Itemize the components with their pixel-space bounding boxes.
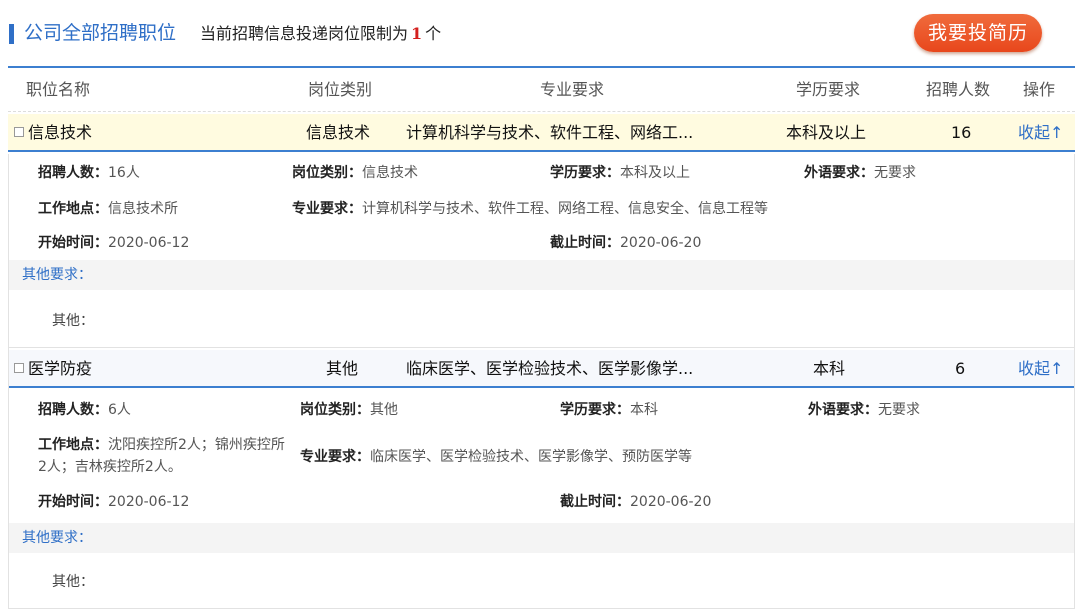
limit-suffix: 个 [425, 24, 442, 43]
detail-headcount: 招聘人数：6人 [38, 402, 131, 418]
limit-prefix: 当前招聘信息投递岗位限制为 [200, 24, 409, 43]
limit-count: 1 [411, 24, 423, 43]
select-checkbox[interactable] [14, 127, 24, 137]
job-education: 本科 [813, 359, 846, 378]
job-education: 本科及以上 [786, 123, 867, 142]
table-right-border [1074, 154, 1075, 609]
column-header-action: 操作 [1023, 80, 1056, 99]
job-detail-panel: 招聘人数：16人 岗位类别：信息技术 学历要求：本科及以上 外语要求：无要求 工… [8, 154, 1075, 260]
job-category: 其他 [326, 359, 359, 378]
detail-category: 岗位类别：其他 [300, 402, 398, 418]
select-checkbox[interactable] [14, 363, 24, 373]
other-requirements-body: 其他： [8, 290, 1075, 348]
title-accent-bar [9, 24, 14, 44]
submit-resume-button[interactable]: 我要投简历 [914, 14, 1042, 52]
detail-education: 学历要求：本科 [560, 402, 658, 418]
table-header: 职位名称 岗位类别 专业要求 学历要求 招聘人数 操作 [8, 66, 1075, 112]
collapse-link[interactable]: 收起↑ [1018, 358, 1063, 380]
detail-location: 工作地点：沈阳疾控所2人；锦州疾控所2人；吉林疾控所2人。 [38, 437, 285, 475]
page-title: 公司全部招聘职位 [24, 22, 177, 44]
detail-major: 专业要求：临床医学、医学检验技术、医学影像学、预防医学等 [300, 449, 692, 465]
job-detail-panel: 招聘人数：6人 岗位类别：其他 学历要求：本科 外语要求：无要求 工作地点：沈阳… [8, 390, 1075, 524]
column-header-headcount: 招聘人数 [926, 80, 991, 99]
collapse-link[interactable]: 收起↑ [1018, 122, 1063, 144]
application-limit-note: 当前招聘信息投递岗位限制为 1 个 [200, 22, 441, 46]
column-header-category: 岗位类别 [308, 80, 373, 99]
column-header-education: 学历要求 [796, 80, 861, 99]
other-requirements-header: 其他要求： [8, 523, 1075, 553]
job-headcount: 16 [951, 123, 972, 142]
table-row[interactable]: 医学防疫 其他 临床医学、医学检验技术、医学影像学... 本科 6 收起↑ [8, 350, 1075, 388]
job-name: 医学防疫 [28, 359, 93, 378]
detail-start-date: 开始时间：2020-06-12 [38, 494, 190, 510]
column-header-major: 专业要求 [540, 80, 605, 99]
detail-end-date: 截止时间：2020-06-20 [550, 235, 702, 251]
detail-location: 工作地点：信息技术所 [38, 201, 178, 217]
detail-category: 岗位类别：信息技术 [292, 165, 418, 181]
detail-headcount: 招聘人数：16人 [38, 165, 140, 181]
detail-start-date: 开始时间：2020-06-12 [38, 235, 190, 251]
other-requirements-body: 其他： [8, 553, 1075, 609]
column-header-position-name: 职位名称 [26, 80, 91, 99]
job-major: 临床医学、医学检验技术、医学影像学... [406, 359, 694, 378]
detail-end-date: 截止时间：2020-06-20 [560, 494, 712, 510]
detail-education: 学历要求：本科及以上 [550, 165, 690, 181]
detail-major: 专业要求：计算机科学与技术、软件工程、网络工程、信息安全、信息工程等 [292, 201, 768, 217]
job-headcount: 6 [955, 359, 966, 378]
detail-language: 外语要求：无要求 [804, 165, 916, 181]
detail-language: 外语要求：无要求 [808, 402, 920, 418]
table-row[interactable]: 信息技术 信息技术 计算机科学与技术、软件工程、网络工... 本科及以上 16 … [8, 114, 1075, 152]
other-requirements-header: 其他要求： [8, 260, 1075, 290]
job-name: 信息技术 [28, 123, 93, 142]
job-major: 计算机科学与技术、软件工程、网络工... [406, 123, 694, 142]
job-category: 信息技术 [306, 123, 371, 142]
table-left-border [8, 154, 9, 609]
page-header: 公司全部招聘职位 当前招聘信息投递岗位限制为 1 个 我要投简历 [0, 0, 1080, 66]
